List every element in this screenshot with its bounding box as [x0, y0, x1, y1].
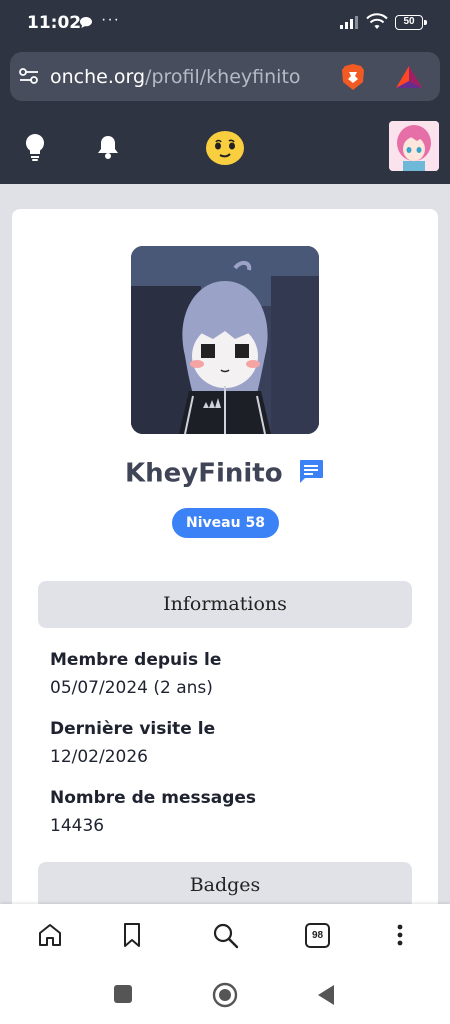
tabs-count: 98 — [305, 923, 330, 948]
site-header — [0, 108, 450, 184]
level-badge: Niveau 58 — [172, 508, 279, 538]
brave-shields-icon[interactable] — [340, 63, 366, 96]
system-navigation-bar — [0, 968, 450, 1024]
battery-icon: 50 — [395, 15, 427, 30]
site-settings-icon[interactable] — [18, 67, 40, 90]
profile-card: KheyFinito Niveau 58 Informations Membre… — [12, 209, 438, 969]
username-row: KheyFinito — [12, 457, 438, 490]
member-since-label: Membre depuis le — [50, 650, 222, 670]
onche-logo[interactable] — [205, 130, 245, 171]
url-domain: onche.org — [50, 66, 146, 88]
badges-heading: Badges — [38, 862, 412, 909]
bookmark-icon[interactable] — [121, 922, 143, 953]
bell-icon[interactable] — [96, 134, 120, 165]
back-icon[interactable] — [316, 984, 336, 1011]
address-bar[interactable]: onche.org/profil/kheyfinito — [10, 52, 440, 101]
url-path: /profil/kheyfinito — [145, 66, 301, 88]
send-message-icon[interactable] — [297, 457, 325, 490]
last-visit-value: 12/02/2026 — [50, 747, 148, 767]
search-icon[interactable] — [212, 922, 240, 955]
browser-bottom-bar: 98 — [0, 904, 450, 968]
message-count-label: Nombre de messages — [50, 788, 257, 808]
username: KheyFinito — [124, 458, 283, 489]
more-menu-icon[interactable] — [393, 922, 407, 953]
status-time: 11:02 — [27, 13, 82, 33]
more-notifications-icon: ··· — [101, 11, 120, 28]
wifi-icon — [366, 13, 388, 36]
home-button-icon[interactable] — [212, 982, 238, 1013]
last-visit-label: Dernière visite le — [50, 719, 216, 739]
browser-toolbar: onche.org/profil/kheyfinito — [0, 46, 450, 108]
message-count-value: 14436 — [50, 816, 105, 836]
status-bar: 11:02 ··· 50 — [0, 0, 450, 46]
informations-heading: Informations — [38, 581, 412, 628]
brave-rewards-icon[interactable] — [395, 65, 423, 94]
home-icon[interactable] — [37, 922, 63, 953]
recent-apps-icon[interactable] — [113, 984, 133, 1009]
lightbulb-icon[interactable] — [24, 133, 46, 166]
tabs-button[interactable]: 98 — [305, 923, 330, 948]
profile-picture — [131, 246, 319, 434]
member-since-value: 05/07/2024 (2 ans) — [50, 678, 213, 698]
user-avatar[interactable] — [389, 121, 439, 171]
signal-icon — [340, 15, 362, 34]
url-text[interactable]: onche.org/profil/kheyfinito — [50, 66, 301, 88]
chat-notification-icon — [79, 16, 93, 34]
